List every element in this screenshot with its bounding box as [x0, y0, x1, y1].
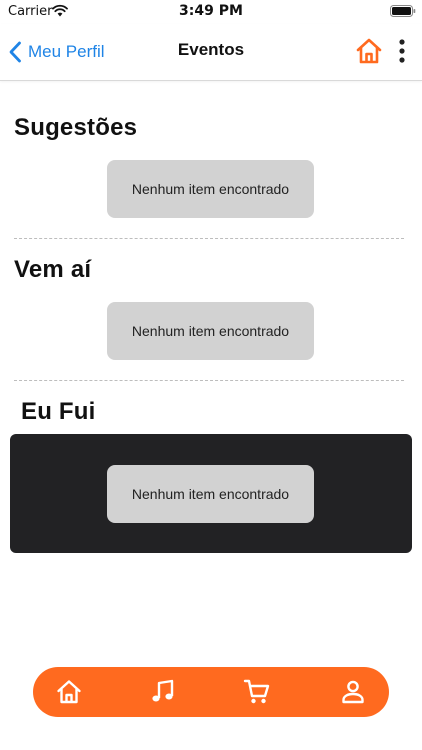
cart-icon — [243, 679, 270, 704]
navigation-bar: Meu Perfil Eventos — [0, 24, 422, 81]
home-icon — [356, 38, 382, 64]
home-button[interactable] — [354, 36, 384, 66]
home-icon — [57, 680, 81, 704]
tab-music[interactable] — [149, 678, 177, 706]
bottom-tab-bar — [33, 667, 389, 717]
section-divider — [14, 238, 404, 239]
music-icon — [152, 679, 174, 702]
status-time: 3:49 PM — [179, 3, 243, 19]
battery-icon — [390, 5, 416, 17]
empty-state-vem-ai: Nenhum item encontrado — [107, 302, 314, 360]
tab-home[interactable] — [55, 678, 83, 706]
section-title-sugestoes: Sugestões — [14, 114, 138, 141]
more-vertical-icon — [399, 39, 405, 63]
section-divider — [14, 380, 404, 381]
tab-cart[interactable] — [243, 678, 271, 706]
more-options-button[interactable] — [394, 38, 410, 64]
section-title-eu-fui: Eu Fui — [21, 398, 96, 425]
user-icon — [342, 680, 364, 704]
tab-profile[interactable] — [339, 678, 367, 706]
empty-state-sugestoes: Nenhum item encontrado — [107, 160, 314, 218]
section-title-vem-ai: Vem aí — [14, 256, 92, 283]
status-bar: Carrier 3:49 PM — [0, 0, 422, 24]
empty-state-eu-fui: Nenhum item encontrado — [107, 465, 314, 523]
